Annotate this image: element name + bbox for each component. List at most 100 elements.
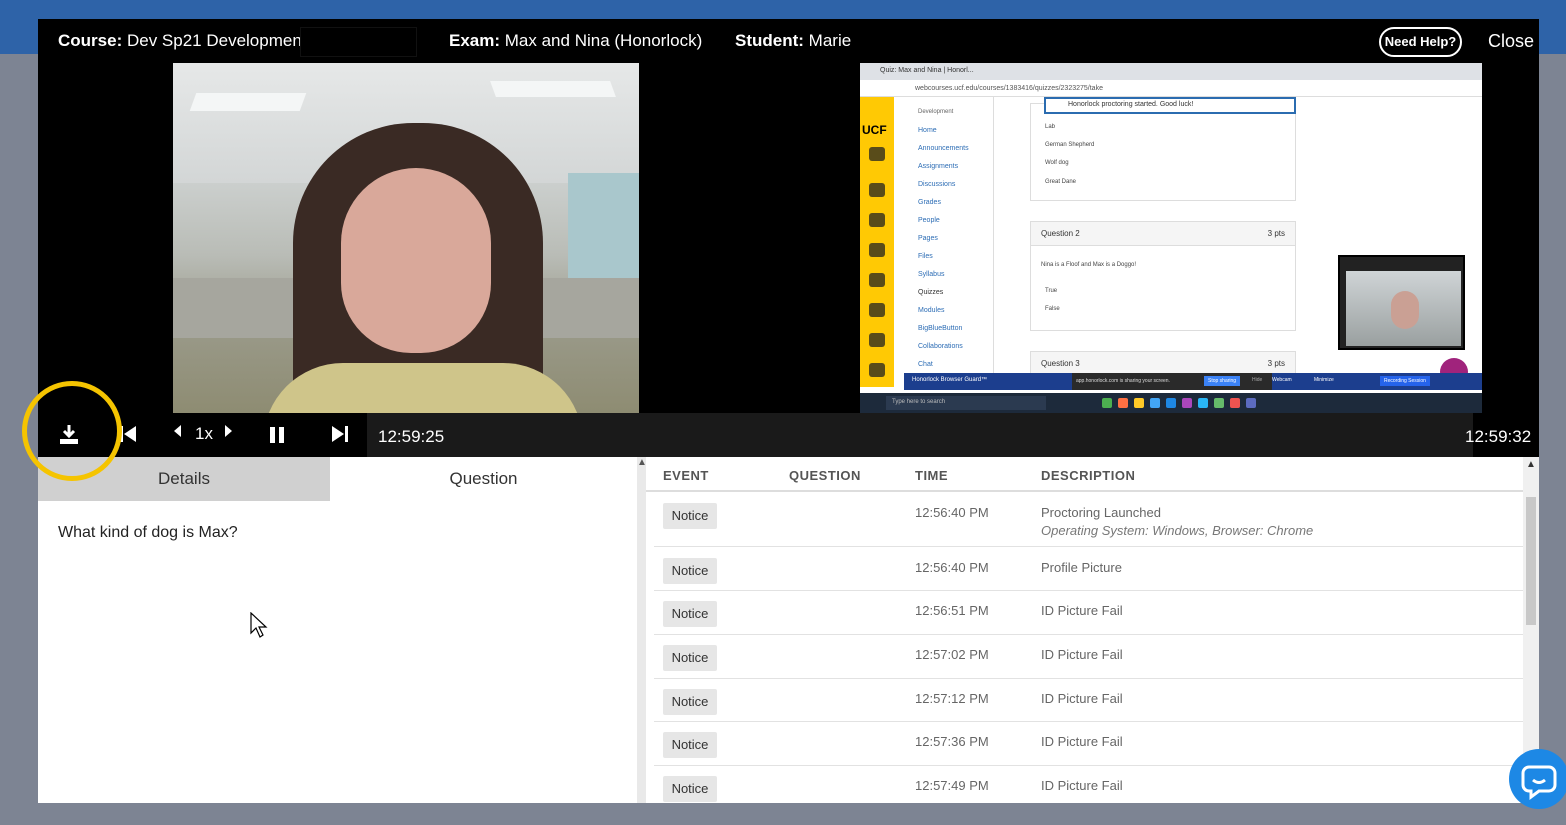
screen-recording-video: Quiz: Max and Nina | Honorl... webcourse… [860,63,1482,413]
courses-icon [869,213,885,227]
column-header-time: TIME [915,468,949,483]
event-badge: Notice [663,645,717,671]
faster-icon[interactable] [224,424,234,441]
dashboard-icon [869,183,885,197]
ucf-logo: UCF [862,123,887,137]
taskbar-app-icon [1198,398,1208,408]
course-nav-item: Development [918,109,954,115]
event-badge: Notice [663,503,717,529]
question-text: What kind of dog is Max? [58,524,238,541]
table-row[interactable]: Notice 12:56:51 PM ID Picture Fail [654,591,1523,635]
next-event-icon[interactable] [332,424,348,450]
taskbar-app-icon [1214,398,1224,408]
event-badge: Notice [663,689,717,715]
course-nav-item: Pages [918,235,938,242]
table-row[interactable]: Notice 12:56:40 PM Proctoring Launched O… [654,492,1523,547]
taskbar-app-icon [1166,398,1176,408]
chat-support-button[interactable] [1509,749,1566,809]
taskbar-search: Type here to search [886,396,1046,410]
event-time: 12:57:49 PM [915,778,989,793]
webcam-label: Webcam [1272,377,1292,383]
scrollbar-thumb[interactable] [1526,497,1536,625]
student-value: Marie [808,31,852,50]
table-row[interactable]: Notice 12:57:49 PM ID Picture Fail [654,766,1523,803]
taskbar-app-icon [1246,398,1256,408]
event-badge: Notice [663,732,717,758]
q1-option: Wolf dog [1045,160,1069,166]
exam-field: Exam: Max and Nina (Honorlock) [449,31,702,51]
browser-url-bar: webcourses.ucf.edu/courses/1383416/quizz… [860,80,1482,97]
pane-divider[interactable]: ▲ [637,457,647,803]
sharing-bar: app.honorlock.com is sharing your screen… [1072,373,1272,390]
taskbar-app-icon [1230,398,1240,408]
commons-icon [869,333,885,347]
q2-option: True [1045,288,1058,294]
exam-value: Max and Nina (Honorlock) [504,31,703,50]
close-button[interactable]: Close [1488,31,1534,52]
browser-tab-bar: Quiz: Max and Nina | Honorl... [860,63,1482,80]
event-description: ID Picture Fail [1041,603,1123,618]
chat-bubble-icon [1521,765,1557,800]
history-icon [869,303,885,317]
mouse-cursor-icon [250,612,268,638]
course-nav-item: Quizzes [918,289,944,296]
tab-question[interactable]: Question [330,457,637,501]
course-nav-item: Assignments [918,163,959,170]
event-description: ID Picture Fail [1041,691,1123,706]
player-controls: 1x 12:59:25 12:59:32 [38,413,1539,457]
event-time: 12:56:51 PM [915,603,989,618]
taskbar-app-icon [1134,398,1144,408]
session-review-modal: Course: Dev Sp21 Development Exam: Max a… [38,19,1539,803]
q2-header: Question 2 3 pts [1031,222,1295,246]
table-row[interactable]: Notice 12:57:12 PM ID Picture Fail [654,679,1523,722]
q2-title: Question 2 [1041,229,1080,238]
question-3-card: Question 3 3 pts [1030,351,1296,376]
question-2-card: Question 2 3 pts Nina is a Floof and Max… [1030,221,1296,331]
current-time: 12:59:25 [378,427,445,446]
table-row[interactable]: Notice 12:56:40 PM Profile Picture [654,547,1523,591]
scroll-up-icon[interactable]: ▲ [1523,459,1539,470]
proctoring-toast: Honorlock proctoring started. Good luck! [1044,97,1296,114]
course-nav-item: Home [918,127,937,134]
course-value: Dev Sp21 Development [126,31,307,50]
table-row[interactable]: Notice 12:57:02 PM ID Picture Fail [654,635,1523,679]
timeline-track[interactable] [367,413,1473,457]
course-nav-item: Files [918,253,933,260]
event-badge: Notice [663,558,717,584]
course-nav-item: BigBlueButton [918,325,963,332]
course-nav-item: Grades [918,199,941,206]
event-description: Profile Picture [1041,560,1122,575]
event-badge: Notice [663,776,717,802]
q1-option: German Shepherd [1045,142,1095,148]
event-time: 12:57:12 PM [915,691,989,706]
column-header-description: DESCRIPTION [1041,468,1136,483]
webcam-pip [1338,255,1465,350]
events-table: EVENT QUESTION TIME DESCRIPTION Notice 1… [646,457,1523,803]
sharing-text: app.honorlock.com is sharing your screen… [1076,378,1170,384]
scroll-up-icon[interactable]: ▲ [637,457,647,468]
slower-icon[interactable] [172,424,182,441]
column-header-question: QUESTION [789,468,861,483]
taskbar-app-icon [1118,398,1128,408]
course-nav-item: Chat [918,361,933,368]
browser-tab-title: Quiz: Max and Nina | Honorl... [880,67,974,74]
previous-event-icon[interactable] [120,424,136,450]
course-nav-item: Announcements [918,145,969,152]
course-field: Course: Dev Sp21 Development [58,31,307,51]
calendar-icon [869,243,885,257]
q1-option: Lab [1045,124,1056,130]
course-nav: Development Home Announcements Assignmen… [894,97,994,387]
need-help-button[interactable]: Need Help? [1379,27,1462,57]
recording-badge: Recording Session [1380,376,1430,386]
windows-taskbar: Type here to search [860,393,1482,413]
q1-option: Great Dane [1045,179,1077,185]
table-row[interactable]: Notice 12:57:36 PM ID Picture Fail [654,722,1523,766]
playback-speed: 1x [195,424,213,443]
pause-icon[interactable] [270,427,284,448]
event-description: Proctoring Launched [1041,505,1161,520]
event-time: 12:56:40 PM [915,560,989,575]
hide-button: Hide [1252,377,1263,383]
course-nav-item: People [918,217,940,224]
minimize-label: Minimize [1314,377,1334,383]
course-nav-item: Collaborations [918,343,963,350]
